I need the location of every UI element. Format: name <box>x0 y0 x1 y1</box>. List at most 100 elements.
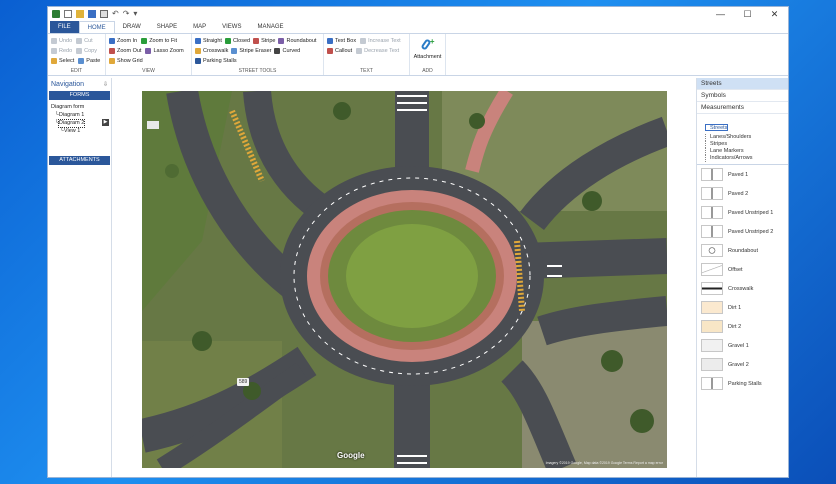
curved-button[interactable]: Curved <box>274 46 300 55</box>
curved-icon <box>274 47 281 54</box>
redo-label: Redo <box>59 47 73 54</box>
attachment-button[interactable]: + Attachment <box>413 36 442 61</box>
redo-button[interactable]: Redo <box>51 46 72 55</box>
symbol-paved-unstriped-1[interactable]: Paved Unstriped 1 <box>697 203 788 222</box>
straight-button[interactable]: Straight <box>195 36 222 45</box>
parking-stalls-button[interactable]: Parking Stalls <box>195 56 237 65</box>
paste-button[interactable]: Paste <box>78 56 100 65</box>
maximize-button[interactable]: ☐ <box>734 7 761 21</box>
ribbon: Undo Cut Redo Copy Select Paste EDIT Zoom In Z… <box>48 33 788 76</box>
tree-node-view-1[interactable]: └View 1 <box>51 127 108 135</box>
paperclip-icon: + <box>419 38 435 52</box>
copy-button[interactable]: Copy <box>76 46 97 55</box>
closed-button[interactable]: Closed <box>224 36 250 45</box>
crosswalk-button[interactable]: Crosswalk <box>195 46 228 55</box>
zoom-out-label: Zoom Out <box>117 47 142 54</box>
text-box-button[interactable]: Text Box <box>327 36 356 45</box>
tab-home[interactable]: HOME <box>78 21 115 33</box>
minimize-button[interactable]: — <box>707 7 734 21</box>
map-credit[interactable]: Imagery ©2019 Google, Map data ©2019 Goo… <box>546 461 663 465</box>
decrease-text-button[interactable]: Decrease Text <box>356 46 399 55</box>
symbol-paved-2[interactable]: Paved 2 <box>697 184 788 203</box>
forms-header[interactable]: FORMS <box>49 91 110 100</box>
tab-file[interactable]: FILE <box>50 21 79 33</box>
symbol-dirt-2[interactable]: Dirt 2 <box>697 317 788 336</box>
tab-shape[interactable]: SHAPE <box>149 21 185 33</box>
decrease-text-icon <box>356 47 363 54</box>
symbol-gravel-1[interactable]: Gravel 1 <box>697 336 788 355</box>
roundabout-button[interactable]: Roundabout <box>278 36 316 45</box>
symbol-crosswalk[interactable]: Crosswalk <box>697 279 788 298</box>
select-button[interactable]: Select <box>51 56 74 65</box>
close-button[interactable]: ✕ <box>761 7 788 21</box>
symbol-paved-1[interactable]: Paved 1 <box>697 165 788 184</box>
symbol-gravel-2[interactable]: Gravel 2 <box>697 355 788 374</box>
navigation-title: Navigation <box>51 81 85 88</box>
open-folder-icon[interactable] <box>76 10 84 18</box>
street-tools-group-label: STREET TOOLS <box>238 68 277 74</box>
symbol-parking-stalls[interactable]: Parking Stalls <box>697 374 788 393</box>
symbol-roundabout[interactable]: Roundabout <box>697 241 788 260</box>
callout-label: Callout <box>335 47 353 54</box>
redo-qat-icon[interactable]: ↷ <box>123 10 130 18</box>
subtree-item-stripes[interactable]: Stripes <box>705 141 788 148</box>
zoom-in-icon <box>109 37 115 44</box>
zoom-fit-icon <box>141 37 148 44</box>
lasso-zoom-label: Lasso Zoom <box>153 47 184 54</box>
tab-manage[interactable]: MANAGE <box>249 21 291 33</box>
undo-qat-icon[interactable]: ↶ <box>112 10 119 18</box>
drawing-canvas[interactable]: Google Imagery ©2019 Google, Map data ©2… <box>112 78 696 477</box>
tree-node-diagram-form[interactable]: Diagram form <box>51 103 108 111</box>
decrease-text-label: Decrease Text <box>364 47 400 54</box>
pin-icon[interactable]: ⇩ <box>103 81 108 88</box>
subtree-item-indicators-arrows[interactable]: Indicators/Arrows <box>705 155 788 162</box>
stripe-eraser-button[interactable]: Stripe Eraser <box>231 46 271 55</box>
aerial-map[interactable]: Google Imagery ©2019 Google, Map data ©2… <box>142 91 667 468</box>
tree-node-diagram-2[interactable]: └Diagram 2 <box>51 119 108 128</box>
select-label: Select <box>59 57 75 64</box>
zoom-out-button[interactable]: Zoom Out <box>109 46 141 55</box>
zoom-in-button[interactable]: Zoom In <box>109 36 137 45</box>
roundabout-aerial-image <box>142 91 667 468</box>
show-grid-button[interactable]: Show Grid <box>109 56 143 65</box>
symbol-dirt-1[interactable]: Dirt 1 <box>697 298 788 317</box>
subtree-item-lane-markers[interactable]: Lane Markers <box>705 148 788 155</box>
undo-button[interactable]: Undo <box>51 36 72 45</box>
tree-node-diagram-1[interactable]: └Diagram 1 <box>51 111 108 119</box>
zoom-out-icon <box>109 47 115 54</box>
tab-views[interactable]: VIEWS <box>214 21 249 33</box>
symbol-label-gravel-2: Gravel 2 <box>728 361 749 368</box>
print-icon[interactable] <box>100 10 108 18</box>
library-header-measurements[interactable]: Measurements <box>697 102 788 114</box>
tab-draw[interactable]: DRAW <box>115 21 149 33</box>
stripe-button[interactable]: Stripe <box>253 36 275 45</box>
new-file-icon[interactable] <box>64 10 72 18</box>
stripe-icon <box>253 37 260 44</box>
callout-button[interactable]: Callout <box>327 46 352 55</box>
zoom-to-fit-label: Zoom to Fit <box>149 37 177 44</box>
tab-map[interactable]: MAP <box>185 21 214 33</box>
roundabout-icon <box>278 37 285 44</box>
crosswalk-symbol-icon <box>701 282 723 295</box>
view-group: Zoom In Zoom to Fit Zoom Out Lasso Zoom Show… <box>106 34 192 75</box>
subtree-item-streets[interactable]: Streets <box>705 124 729 131</box>
library-header-streets[interactable]: Streets <box>697 78 788 90</box>
library-header-symbols[interactable]: Symbols <box>697 90 788 102</box>
customize-qat-icon[interactable]: ▾ <box>133 10 137 18</box>
window-controls: — ☐ ✕ <box>707 7 788 21</box>
lasso-zoom-button[interactable]: Lasso Zoom <box>145 46 184 55</box>
attachments-header[interactable]: ATTACHMENTS <box>49 156 110 165</box>
save-icon[interactable] <box>88 10 96 18</box>
symbol-paved-unstriped-2[interactable]: Paved Unstriped 2 <box>697 222 788 241</box>
symbol-label-paved-1: Paved 1 <box>728 171 749 178</box>
symbol-label-dirt-2: Dirt 2 <box>728 323 742 330</box>
cut-button[interactable]: Cut <box>76 36 93 45</box>
zoom-to-fit-button[interactable]: Zoom to Fit <box>141 36 177 45</box>
parking-stalls-symbol-icon <box>701 377 723 390</box>
increase-text-button[interactable]: Increase Text <box>360 36 401 45</box>
app-window: ↶ ↷ ▾ — ☐ ✕ FILE HOME DRAW SHAPE MAP VIEWS MAN… <box>47 6 789 478</box>
subtree-item-lanes-shoulders[interactable]: Lanes/Shoulders <box>705 134 788 141</box>
dirt-2-icon <box>701 320 723 333</box>
expand-arrow-icon[interactable]: ▶ <box>102 119 109 126</box>
symbol-offset[interactable]: Offset <box>697 260 788 279</box>
